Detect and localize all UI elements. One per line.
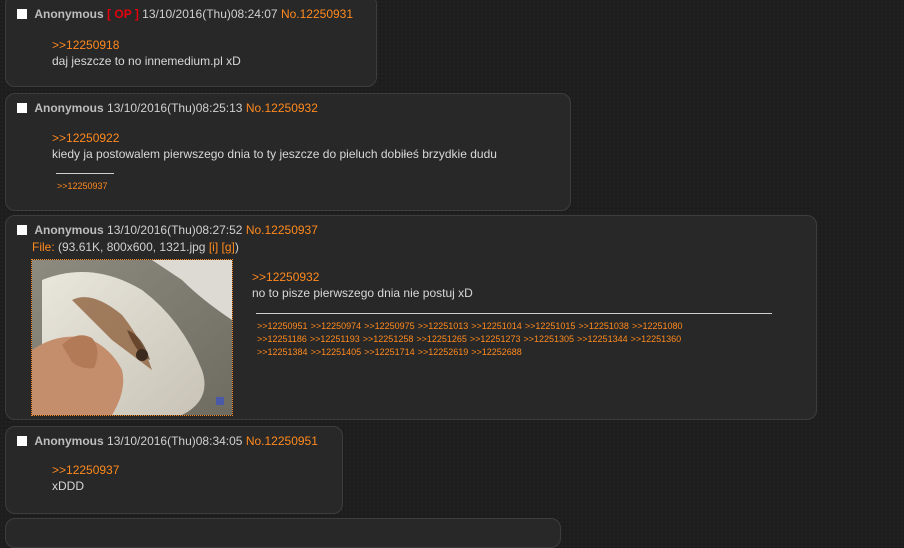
backlink[interactable]: >>12252688	[471, 347, 522, 357]
file-link-google[interactable]: [g]	[222, 240, 235, 254]
post-header: Anonymous 13/10/2016(Thu)08:25:13 No.122…	[17, 101, 318, 115]
post-body: >>12250937 xDDD	[52, 462, 119, 494]
backlink[interactable]: >>12252619	[418, 347, 469, 357]
post-date: 13/10/2016(Thu)08:24:07	[142, 7, 278, 21]
backlink[interactable]: >>12251265	[416, 334, 467, 344]
post-body: >>12250918 daj jeszcze to no innemedium.…	[52, 37, 241, 69]
post-header: Anonymous [ OP ] 13/10/2016(Thu)08:24:07…	[17, 7, 353, 21]
post-number[interactable]: No.12250932	[246, 101, 318, 115]
select-checkbox[interactable]	[17, 225, 27, 235]
poster-name: Anonymous	[34, 223, 104, 237]
post-header: Anonymous 13/10/2016(Thu)08:34:05 No.122…	[17, 434, 318, 448]
select-checkbox[interactable]	[17, 436, 27, 446]
backlink[interactable]: >>12251014	[471, 321, 522, 331]
backlink[interactable]: >>12250951	[257, 321, 308, 331]
backlink[interactable]: >>12251384	[257, 347, 308, 357]
post-text: no to pisze pierwszego dnia nie postuj x…	[252, 286, 473, 300]
post-number[interactable]: No.12250951	[246, 434, 318, 448]
post-12250937: Anonymous 13/10/2016(Thu)08:27:52 No.122…	[5, 215, 817, 420]
backlink[interactable]: >>12250974	[311, 321, 362, 331]
file-label: File:	[32, 240, 55, 254]
file-info: File: (93.61K, 800x600, 1321.jpg [i] [g]…	[32, 240, 239, 254]
post-12250951: Anonymous 13/10/2016(Thu)08:34:05 No.122…	[5, 426, 343, 514]
backlink[interactable]: >>12251305	[523, 334, 574, 344]
select-checkbox[interactable]	[17, 9, 27, 19]
post-12250932: Anonymous 13/10/2016(Thu)08:25:13 No.122…	[5, 93, 571, 211]
quote-link[interactable]: >>12250937	[52, 462, 119, 478]
post-number[interactable]: No.12250937	[246, 223, 318, 237]
post-date: 13/10/2016(Thu)08:27:52	[107, 223, 243, 237]
backlink[interactable]: >>12251013	[418, 321, 469, 331]
quote-link[interactable]: >>12250918	[52, 37, 241, 53]
backlink[interactable]: >>12251015	[525, 321, 576, 331]
post-date: 13/10/2016(Thu)08:34:05	[107, 434, 243, 448]
image-thumbnail[interactable]	[31, 259, 233, 416]
backlink[interactable]: >>12251038	[578, 321, 629, 331]
backlink[interactable]: >>12251405	[311, 347, 362, 357]
post-body: >>12250932 no to pisze pierwszego dnia n…	[252, 269, 473, 301]
backlink[interactable]: >>12250975	[364, 321, 415, 331]
post-body: >>12250922 kiedy ja postowalem pierwszeg…	[52, 130, 497, 162]
post-12250931: Anonymous [ OP ] 13/10/2016(Thu)08:24:07…	[5, 0, 377, 87]
backlink[interactable]: >>12251193	[310, 334, 360, 344]
backlink[interactable]: >>12251273	[470, 334, 521, 344]
poster-name: Anonymous	[34, 434, 104, 448]
backlink[interactable]: >>12251186	[257, 334, 307, 344]
post-header: Anonymous 13/10/2016(Thu)08:27:52 No.122…	[17, 223, 318, 237]
select-checkbox[interactable]	[17, 103, 27, 113]
backlinks-divider	[56, 173, 114, 174]
file-details: (93.61K, 800x600, 1321.jpg	[58, 240, 206, 254]
poster-name: Anonymous	[34, 101, 104, 115]
backlink[interactable]: >>12251080	[632, 321, 683, 331]
poster-name: Anonymous	[34, 7, 104, 21]
backlink[interactable]: >>12251258	[363, 334, 414, 344]
backlinks-divider	[256, 313, 772, 314]
post-number[interactable]: No.12250931	[281, 7, 353, 21]
post-text: kiedy ja postowalem pierwszego dnia to t…	[52, 147, 497, 161]
backlinks: >>12250937	[57, 180, 111, 193]
post-date: 13/10/2016(Thu)08:25:13	[107, 101, 243, 115]
file-details-close: )	[234, 240, 239, 254]
quote-link[interactable]: >>12250922	[52, 130, 497, 146]
post-text: xDDD	[52, 479, 84, 493]
backlink[interactable]: >>12250937	[57, 181, 108, 191]
file-link-image[interactable]: [i]	[209, 240, 218, 254]
quote-link[interactable]: >>12250932	[252, 269, 473, 285]
backlink[interactable]: >>12251344	[577, 334, 628, 344]
backlinks: >>12250951 >>12250974 >>12250975 >>12251013…	[257, 320, 757, 359]
post-text: daj jeszcze to no innemedium.pl xD	[52, 54, 241, 68]
op-badge: [ OP ]	[107, 7, 139, 21]
backlink[interactable]: >>12251714	[364, 347, 415, 357]
thumbnail-photo	[32, 260, 232, 415]
backlink[interactable]: >>12251360	[631, 334, 682, 344]
